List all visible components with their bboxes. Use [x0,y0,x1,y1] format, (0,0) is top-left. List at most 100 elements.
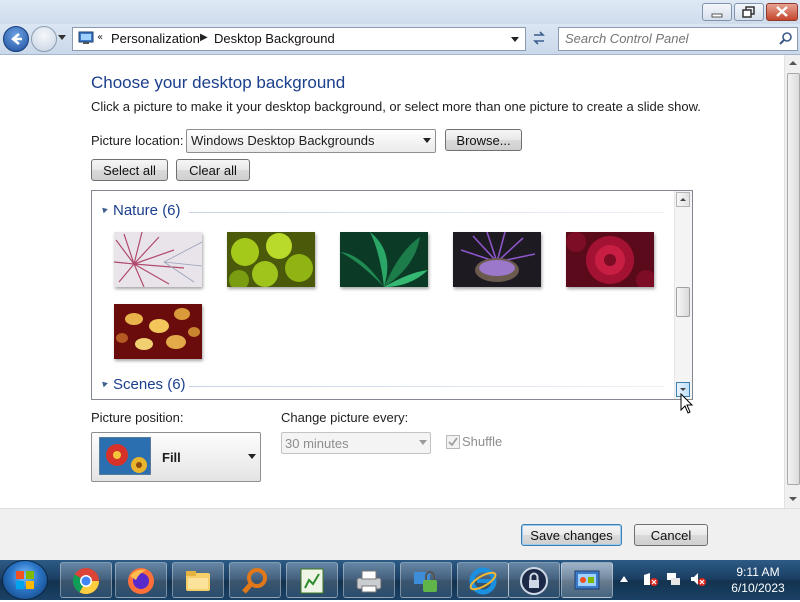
network-icon[interactable] [666,571,682,587]
chevron-down-icon [248,454,256,459]
close-button[interactable] [766,3,798,21]
taskbar-internet-explorer[interactable] [457,562,509,598]
control-panel-icon [574,570,600,590]
taskbar-file-explorer[interactable] [172,562,224,598]
folder-icon [186,571,210,591]
magnifier-icon [242,568,267,594]
minimize-button[interactable] [702,3,732,21]
taskbar-chrome[interactable] [60,562,112,598]
refresh-icon [533,31,545,45]
page-scrollbar[interactable] [784,55,800,508]
page-scroll-thumb[interactable] [787,73,800,485]
picture-position-preview [99,437,151,475]
shuffle-checkbox[interactable] [446,435,460,449]
page-description: Click a picture to make it your desktop … [91,99,701,114]
change-picture-dropdown[interactable]: 30 minutes [281,432,431,454]
gallery-scroll-thumb[interactable] [676,287,690,317]
printer-icon [356,570,382,593]
volume-muted-icon[interactable] [690,571,706,587]
windows-logo-icon [16,571,34,589]
refresh-button[interactable] [528,28,550,48]
breadcrumb-desktop-background[interactable]: Desktop Background [214,31,335,46]
shuffle-label[interactable]: Shuffle [462,434,502,449]
window-title-bar [0,0,800,24]
taskbar-network-tool[interactable] [400,562,452,598]
change-picture-value: 30 minutes [285,436,349,451]
browse-button[interactable]: Browse... [445,129,522,151]
address-dropdown-icon[interactable] [511,37,519,42]
group-divider [189,386,665,387]
thumbnail-purple-thistle[interactable] [453,232,541,287]
taskbar-printer[interactable] [343,562,395,598]
collapse-group-icon[interactable] [100,379,108,388]
clock-time: 9:11 AM [736,565,780,579]
restore-icon [742,6,755,18]
picture-location-label: Picture location: [91,133,184,148]
group-header-scenes[interactable]: Scenes (6) [113,376,186,393]
internet-explorer-icon [469,567,497,595]
recent-pages-dropdown[interactable] [58,35,66,40]
picture-position-label: Picture position: [91,410,184,425]
thumbnail-autumn-leaves[interactable] [114,304,202,359]
taskbar-lock-app[interactable] [508,562,560,598]
mouse-cursor-icon [680,393,694,414]
picture-position-dropdown[interactable]: Fill [91,432,261,482]
action-center-icon[interactable] [642,571,658,587]
chevron-down-icon[interactable] [785,491,800,507]
collapse-group-icon[interactable] [100,205,108,214]
search-box[interactable] [558,27,798,51]
taskbar: 9:11 AM 6/10/2023 [0,560,800,600]
clear-all-button[interactable]: Clear all [176,159,250,181]
breadcrumb-overflow[interactable]: « [97,32,103,43]
dialog-footer: Save changes Cancel [0,508,800,561]
picture-gallery[interactable]: Nature (6) Scenes (6) [91,190,693,400]
system-clock[interactable]: 9:11 AM 6/10/2023 [718,564,798,596]
group-header-nature[interactable]: Nature (6) [113,202,181,219]
gallery-scrollbar[interactable] [674,191,692,399]
content-area: Choose your desktop background Click a p… [0,55,784,508]
page-title: Choose your desktop background [91,73,346,92]
thumbnail-green-leaves[interactable] [340,232,428,287]
group-divider [189,212,665,213]
back-arrow-icon [11,33,22,45]
taskbar-firefox[interactable] [115,562,167,598]
breadcrumb-arrow-icon[interactable]: ▶ [200,32,208,43]
taskbar-control-panel[interactable] [561,562,613,598]
firefox-icon [128,568,154,594]
control-panel-icon [78,31,94,44]
close-icon [776,6,788,17]
chevron-down-icon [419,440,427,445]
taskbar-search-tool[interactable] [229,562,281,598]
change-picture-label: Change picture every: [281,410,409,425]
picture-location-dropdown[interactable]: Windows Desktop Backgrounds [186,129,436,153]
back-button[interactable] [3,26,29,52]
spreadsheet-icon [300,568,324,594]
minimize-icon [711,13,723,18]
forward-button[interactable] [31,26,57,52]
show-hidden-icons-button[interactable] [620,576,628,582]
taskbar-spreadsheet-app[interactable] [286,562,338,598]
chevron-up-icon[interactable] [785,55,800,71]
picture-location-value: Windows Desktop Backgrounds [191,133,375,148]
start-button[interactable] [3,561,47,599]
network-lock-icon [414,571,437,592]
address-bar[interactable]: « Personalization ▶ Desktop Background [72,27,526,51]
breadcrumb-personalization[interactable]: Personalization [111,31,200,46]
thumbnail-green-succulent[interactable] [227,232,315,287]
picture-position-value: Fill [162,450,181,465]
checkmark-icon [448,437,458,447]
search-input[interactable] [565,31,765,46]
chevron-up-icon [680,198,686,201]
thumbnail-red-dahlia[interactable] [566,232,654,287]
maximize-button[interactable] [734,3,764,21]
scroll-up-button[interactable] [676,192,690,207]
save-changes-button[interactable]: Save changes [521,524,622,546]
thumbnail-dandelion-white[interactable] [114,232,202,287]
select-all-button[interactable]: Select all [91,159,168,181]
navigation-bar: « Personalization ▶ Desktop Background [0,24,800,55]
chevron-down-icon [423,138,431,143]
chrome-icon [72,568,100,595]
clock-date: 6/10/2023 [731,581,785,595]
search-icon[interactable] [779,31,793,45]
cancel-button[interactable]: Cancel [634,524,708,546]
